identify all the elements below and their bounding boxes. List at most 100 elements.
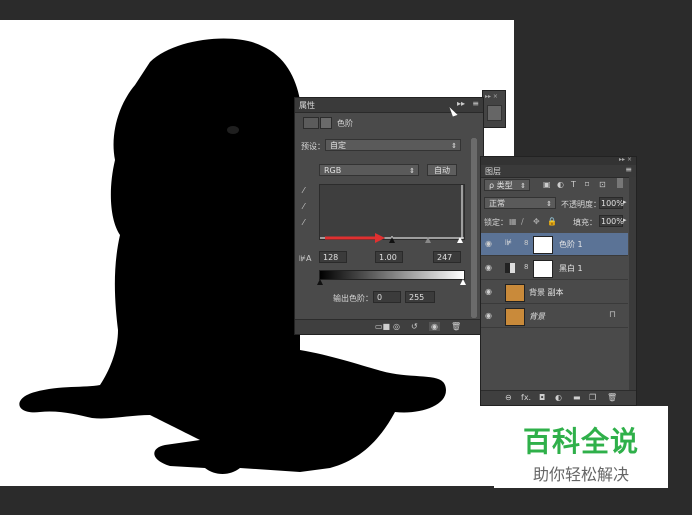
blend-mode-select[interactable]: 正常 ⇕ xyxy=(484,197,556,209)
fx-icon[interactable]: fx. xyxy=(521,393,531,402)
clip-warning-icon[interactable]: ⊯A xyxy=(299,254,311,263)
collapsed-panel[interactable]: ▸▸ × xyxy=(482,90,506,128)
layer-row[interactable]: ◉ 背景 副本 xyxy=(481,281,628,304)
eye-icon[interactable]: ◉ xyxy=(485,311,492,320)
layers-scrollbar[interactable] xyxy=(629,177,636,391)
layer-row[interactable]: ◉ 8 黑白 1 xyxy=(481,257,628,280)
view-previous-icon[interactable]: ◎ xyxy=(393,322,400,331)
preset-label: 预设： xyxy=(301,142,325,151)
levels-adjustment-icon: ⊯ xyxy=(505,238,512,247)
mask-icon[interactable] xyxy=(320,117,332,129)
link-icon[interactable]: 8 xyxy=(524,239,528,247)
layers-titlebar: ▸▸ × xyxy=(481,156,636,165)
collapse-arrows-icon[interactable]: ▸▸ × xyxy=(485,93,498,100)
eye-icon[interactable]: ◉ xyxy=(485,239,492,248)
visibility-icon[interactable]: ◉ xyxy=(429,322,440,331)
blend-mode-value: 正常 xyxy=(489,199,505,208)
collapse-arrows-icon[interactable]: ▸▸ xyxy=(457,99,465,108)
layer-name[interactable]: 背景 xyxy=(529,311,545,322)
red-arrow-annotation xyxy=(325,233,385,243)
filter-shape-icon[interactable]: ⌑ xyxy=(585,180,589,189)
chevron-right-icon[interactable]: ▸ xyxy=(623,198,627,206)
new-adjustment-icon[interactable]: ◐ xyxy=(555,393,562,402)
preset-select[interactable]: 自定 ⇕ xyxy=(325,139,461,151)
fill-field[interactable]: 100% xyxy=(599,215,624,227)
auto-button[interactable]: 自动 xyxy=(427,164,457,176)
tab-layers[interactable]: 图层 xyxy=(485,166,501,177)
white-point-handle[interactable] xyxy=(457,237,463,243)
filter-type-select[interactable]: ρ 类型 ⇕ xyxy=(484,179,530,191)
black-white-adjustment-icon xyxy=(505,263,515,273)
lock-label: 锁定： xyxy=(484,218,508,227)
chevron-right-icon[interactable]: ▸ xyxy=(623,216,627,224)
delete-layer-icon[interactable]: 🗑 xyxy=(607,393,617,402)
watermark-subtitle: 助你轻松解决 xyxy=(532,465,629,484)
layer-mask-thumbnail[interactable] xyxy=(533,260,553,278)
output-white-handle[interactable] xyxy=(460,279,466,285)
opacity-label: 不透明度： xyxy=(561,200,601,209)
properties-footer: ▭■ ◎ ↺ ◉ 🗑 xyxy=(295,319,483,334)
new-group-icon[interactable]: ▬ xyxy=(573,393,581,402)
layer-name[interactable]: 背景 副本 xyxy=(529,287,564,298)
chevron-updown-icon: ⇕ xyxy=(451,142,457,150)
chevron-updown-icon: ⇕ xyxy=(409,167,415,175)
black-point-handle[interactable] xyxy=(389,237,395,243)
panel-menu-icon[interactable]: ≡ xyxy=(625,165,632,174)
filter-type-icon[interactable]: T xyxy=(571,180,576,189)
opacity-field[interactable]: 100% xyxy=(599,197,624,209)
output-black-handle[interactable] xyxy=(317,279,323,285)
delete-icon[interactable]: 🗑 xyxy=(451,322,461,331)
filter-pixel-icon[interactable]: ▣ xyxy=(543,180,551,189)
input-gamma-field[interactable]: 1.00 xyxy=(375,251,403,263)
lock-icon: ⊓ xyxy=(609,310,617,320)
lock-position-icon[interactable]: ✥ xyxy=(533,217,540,226)
adjustment-title: 色阶 xyxy=(337,119,353,128)
panel-menu-icon[interactable]: ≡ xyxy=(472,99,479,108)
black-eyedropper-icon[interactable]: ⁄ xyxy=(303,186,311,195)
gamma-handle[interactable] xyxy=(425,237,431,243)
layer-thumbnail[interactable] xyxy=(505,284,525,302)
collapse-arrows-icon[interactable]: ▸▸ × xyxy=(619,156,632,163)
layer-mask-thumbnail[interactable] xyxy=(533,236,553,254)
scrollbar-thumb[interactable] xyxy=(471,138,477,318)
link-icon[interactable]: 8 xyxy=(524,263,528,271)
output-levels-label: 输出色阶： xyxy=(333,294,373,303)
reset-icon[interactable]: ↺ xyxy=(411,322,418,331)
filter-adjustment-icon[interactable]: ◐ xyxy=(557,180,564,189)
input-white-field[interactable]: 247 xyxy=(433,251,461,263)
layer-name[interactable]: 黑白 1 xyxy=(559,263,583,274)
filter-smartobject-icon[interactable]: ⊡ xyxy=(599,180,606,189)
eye-icon[interactable]: ◉ xyxy=(485,287,492,296)
filter-toggle-icon[interactable] xyxy=(617,178,623,188)
add-mask-icon[interactable]: ◘ xyxy=(539,393,545,402)
new-layer-icon[interactable]: ❐ xyxy=(589,393,596,402)
histogram-graph xyxy=(320,185,464,239)
output-black-field[interactable]: 0 xyxy=(373,291,401,303)
white-eyedropper-icon[interactable]: ⁄ xyxy=(303,218,311,227)
adjustments-icon[interactable] xyxy=(487,105,502,121)
properties-panel: 属性 ▸▸ ≡ 色阶 预设： 自定 ⇕ RGB ⇕ 自动 ⁄ ⁄ ⁄ ⊯A 12… xyxy=(294,97,484,335)
tab-properties[interactable]: 属性 xyxy=(299,100,315,111)
eye-icon[interactable]: ◉ xyxy=(485,263,492,272)
output-white-field[interactable]: 255 xyxy=(405,291,435,303)
gray-eyedropper-icon[interactable]: ⁄ xyxy=(303,202,311,211)
channel-select[interactable]: RGB ⇕ xyxy=(319,164,419,176)
layers-tabbar: 图层 ≡ xyxy=(481,165,636,178)
layer-row[interactable]: ◉ 背景 ⊓ xyxy=(481,305,628,328)
chevron-updown-icon: ⇕ xyxy=(546,200,552,208)
preset-value: 自定 xyxy=(330,141,346,150)
input-black-field[interactable]: 128 xyxy=(319,251,347,263)
clip-to-layer-icon[interactable]: ▭■ xyxy=(375,322,390,331)
lock-all-icon[interactable]: 🔒 xyxy=(547,217,557,226)
levels-icon xyxy=(303,117,319,129)
layer-name[interactable]: 色阶 1 xyxy=(559,239,583,250)
watermark: 百科全说 助你轻松解决 xyxy=(494,406,668,488)
layer-row[interactable]: ◉ ⊯ 8 色阶 1 xyxy=(481,233,628,256)
lock-image-icon[interactable]: ∕ xyxy=(521,217,524,226)
layer-thumbnail[interactable] xyxy=(505,308,525,326)
lock-transparent-icon[interactable]: ▦ xyxy=(509,217,517,226)
properties-scrollbar[interactable] xyxy=(471,138,477,318)
link-layers-icon[interactable]: ⊖ xyxy=(505,393,512,402)
layers-footer: ⊖ fx. ◘ ◐ ▬ ❐ 🗑 xyxy=(481,390,636,405)
watermark-title: 百科全说 xyxy=(522,425,639,458)
